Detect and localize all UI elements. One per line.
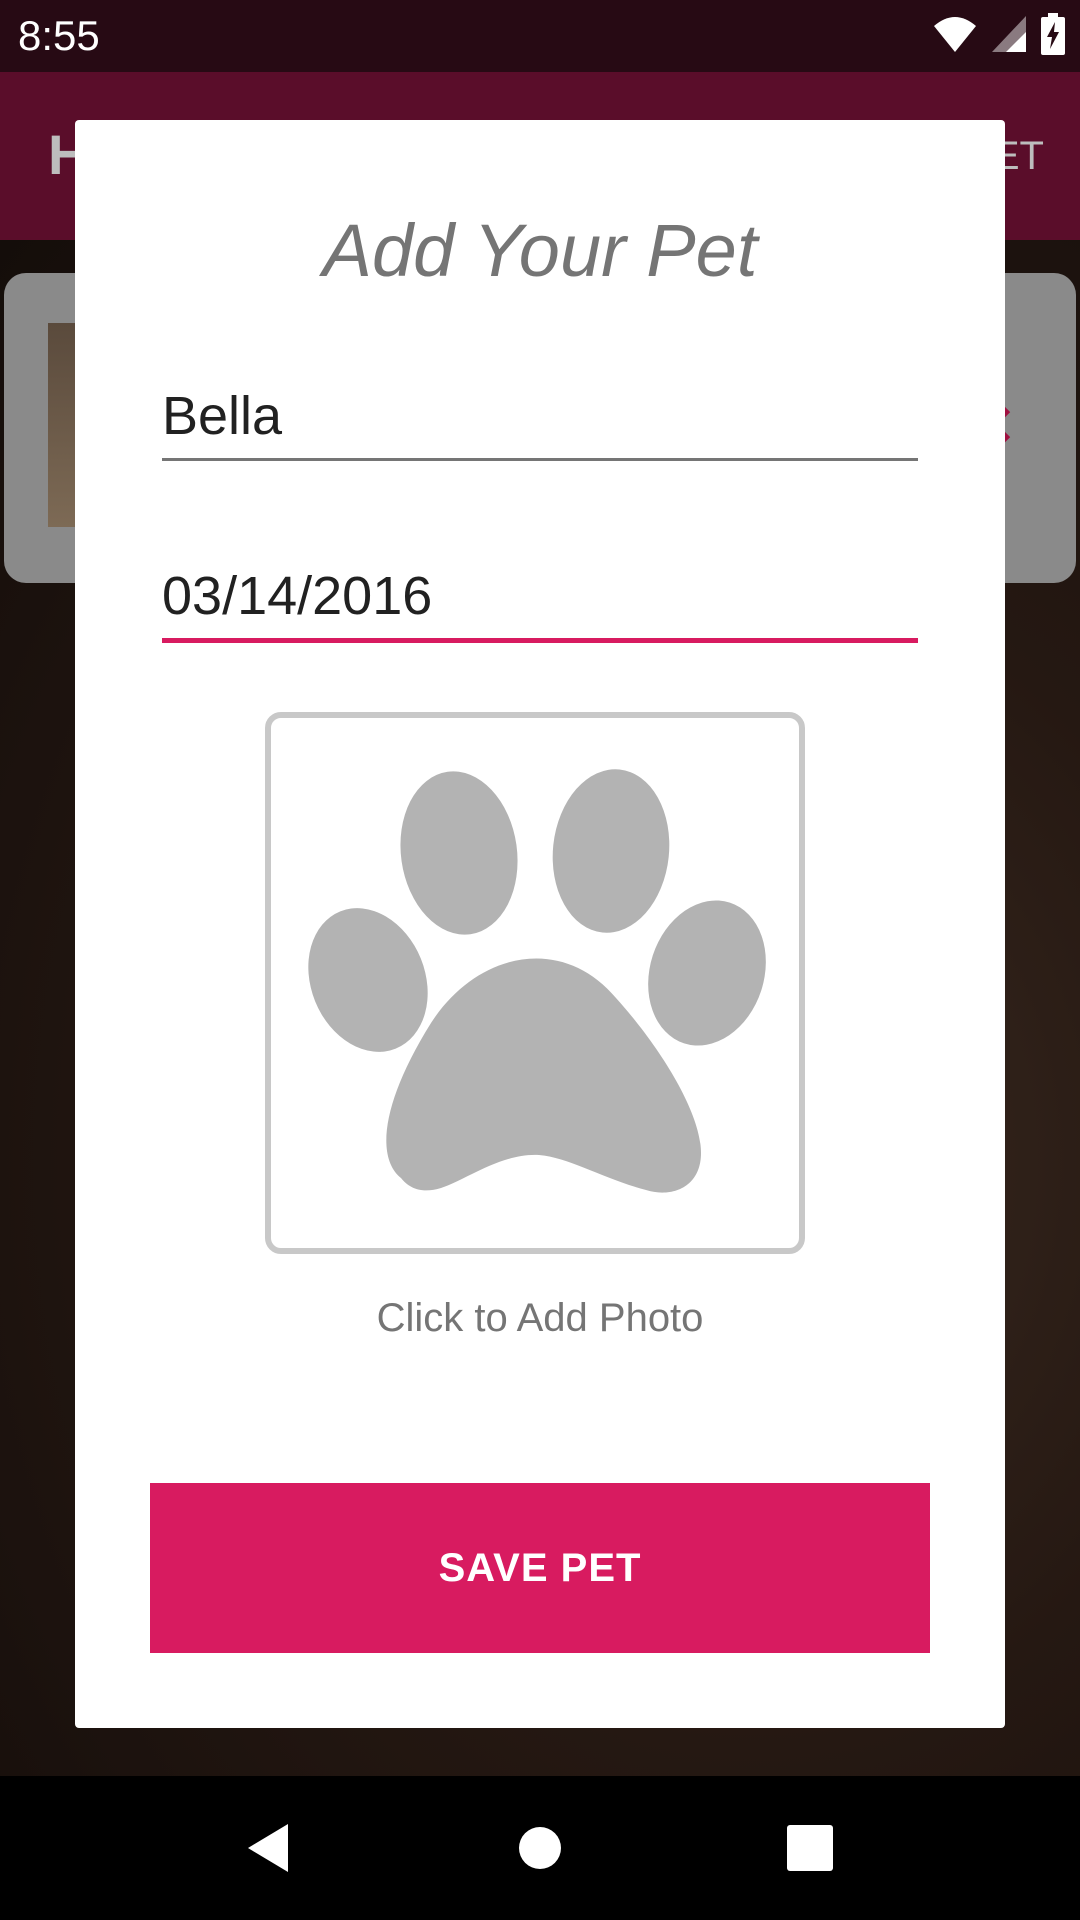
status-icons [932,12,1066,60]
pet-birthdate-field [162,560,918,643]
recents-icon [787,1825,833,1871]
pet-name-input[interactable] [162,380,918,452]
home-icon [519,1827,561,1869]
nav-back-button[interactable] [188,1776,348,1920]
save-pet-button[interactable]: SAVE PET [150,1483,930,1653]
pet-birthdate-underline [162,638,918,643]
pet-name-underline [162,458,918,461]
add-photo-button[interactable] [265,712,805,1254]
navigation-bar [0,1776,1080,1920]
add-photo-caption: Click to Add Photo [376,1296,704,1340]
nav-recents-button[interactable] [730,1776,890,1920]
back-icon [248,1824,288,1872]
screen: 8:55 H ET ✕ Add Your Pet [0,0,1080,1920]
status-bar: 8:55 [0,0,1080,72]
paw-icon [308,769,766,1193]
wifi-icon [932,14,978,59]
pet-name-field [162,380,918,461]
dialog-title: Add Your Pet [322,209,758,292]
signal-icon [990,14,1028,59]
nav-home-button[interactable] [460,1776,620,1920]
pet-birthdate-input[interactable] [162,560,918,632]
add-pet-dialog: Add Your Pet Click to Add Photo SAVE PET [75,120,1005,1728]
status-time: 8:55 [18,12,100,59]
battery-charging-icon [1040,12,1066,60]
